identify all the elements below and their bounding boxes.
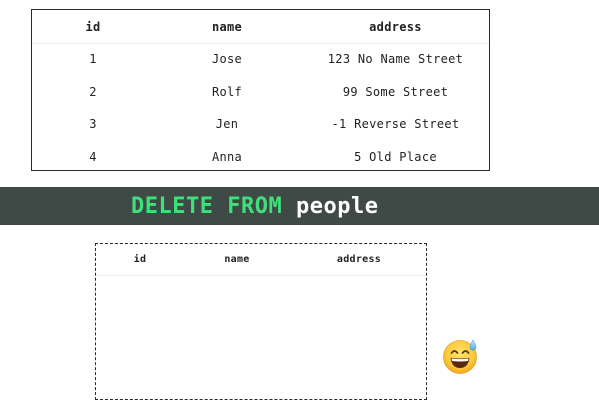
cell-name: Jen [215, 117, 239, 132]
sql-statement-banner: DELETE FROM people [0, 187, 599, 225]
cell-address: -1 Reverse Street [331, 117, 460, 132]
cell-address: 123 No Name Street [327, 52, 464, 67]
table-header: id name address [32, 10, 489, 44]
column-header-id: id [85, 19, 101, 34]
cell-address: 99 Some Street [342, 84, 449, 99]
column-header-address: address [369, 19, 422, 34]
table-row: 2 Rolf 99 Some Street [32, 76, 489, 109]
table-row: 1 Jose 123 No Name Street [32, 43, 489, 76]
cell-address: 5 Old Place [354, 149, 437, 164]
people-table-before: id name address 1 Jose 123 No Name Stree… [31, 9, 490, 171]
cell-name: Jose [211, 52, 243, 67]
sql-table-name: people [295, 193, 379, 219]
cell-name: Anna [211, 149, 243, 164]
cell-name: Rolf [211, 84, 243, 99]
table-row: 4 Anna 5 Old Place [32, 141, 489, 174]
sql-keyword-delete: DELETE [131, 193, 214, 219]
cell-id: 2 [89, 84, 97, 99]
table-row: 3 Jen -1 Reverse Street [32, 108, 489, 141]
table-header: id name address [96, 244, 426, 276]
cell-id: 3 [89, 117, 97, 132]
column-header-id: id [133, 254, 147, 265]
column-header-address: address [336, 254, 382, 265]
sql-statement: DELETE FROM people [131, 187, 378, 225]
column-header-name: name [224, 254, 250, 265]
cell-id: 1 [89, 52, 97, 67]
people-table-after: id name address [95, 243, 427, 400]
column-header-name: name [211, 19, 243, 34]
cell-id: 4 [89, 149, 97, 164]
grinning-face-with-sweat-icon [443, 339, 477, 374]
sql-keyword-from: FROM [227, 193, 283, 219]
table-body: 1 Jose 123 No Name Street 2 Rolf 99 Some… [32, 43, 489, 170]
